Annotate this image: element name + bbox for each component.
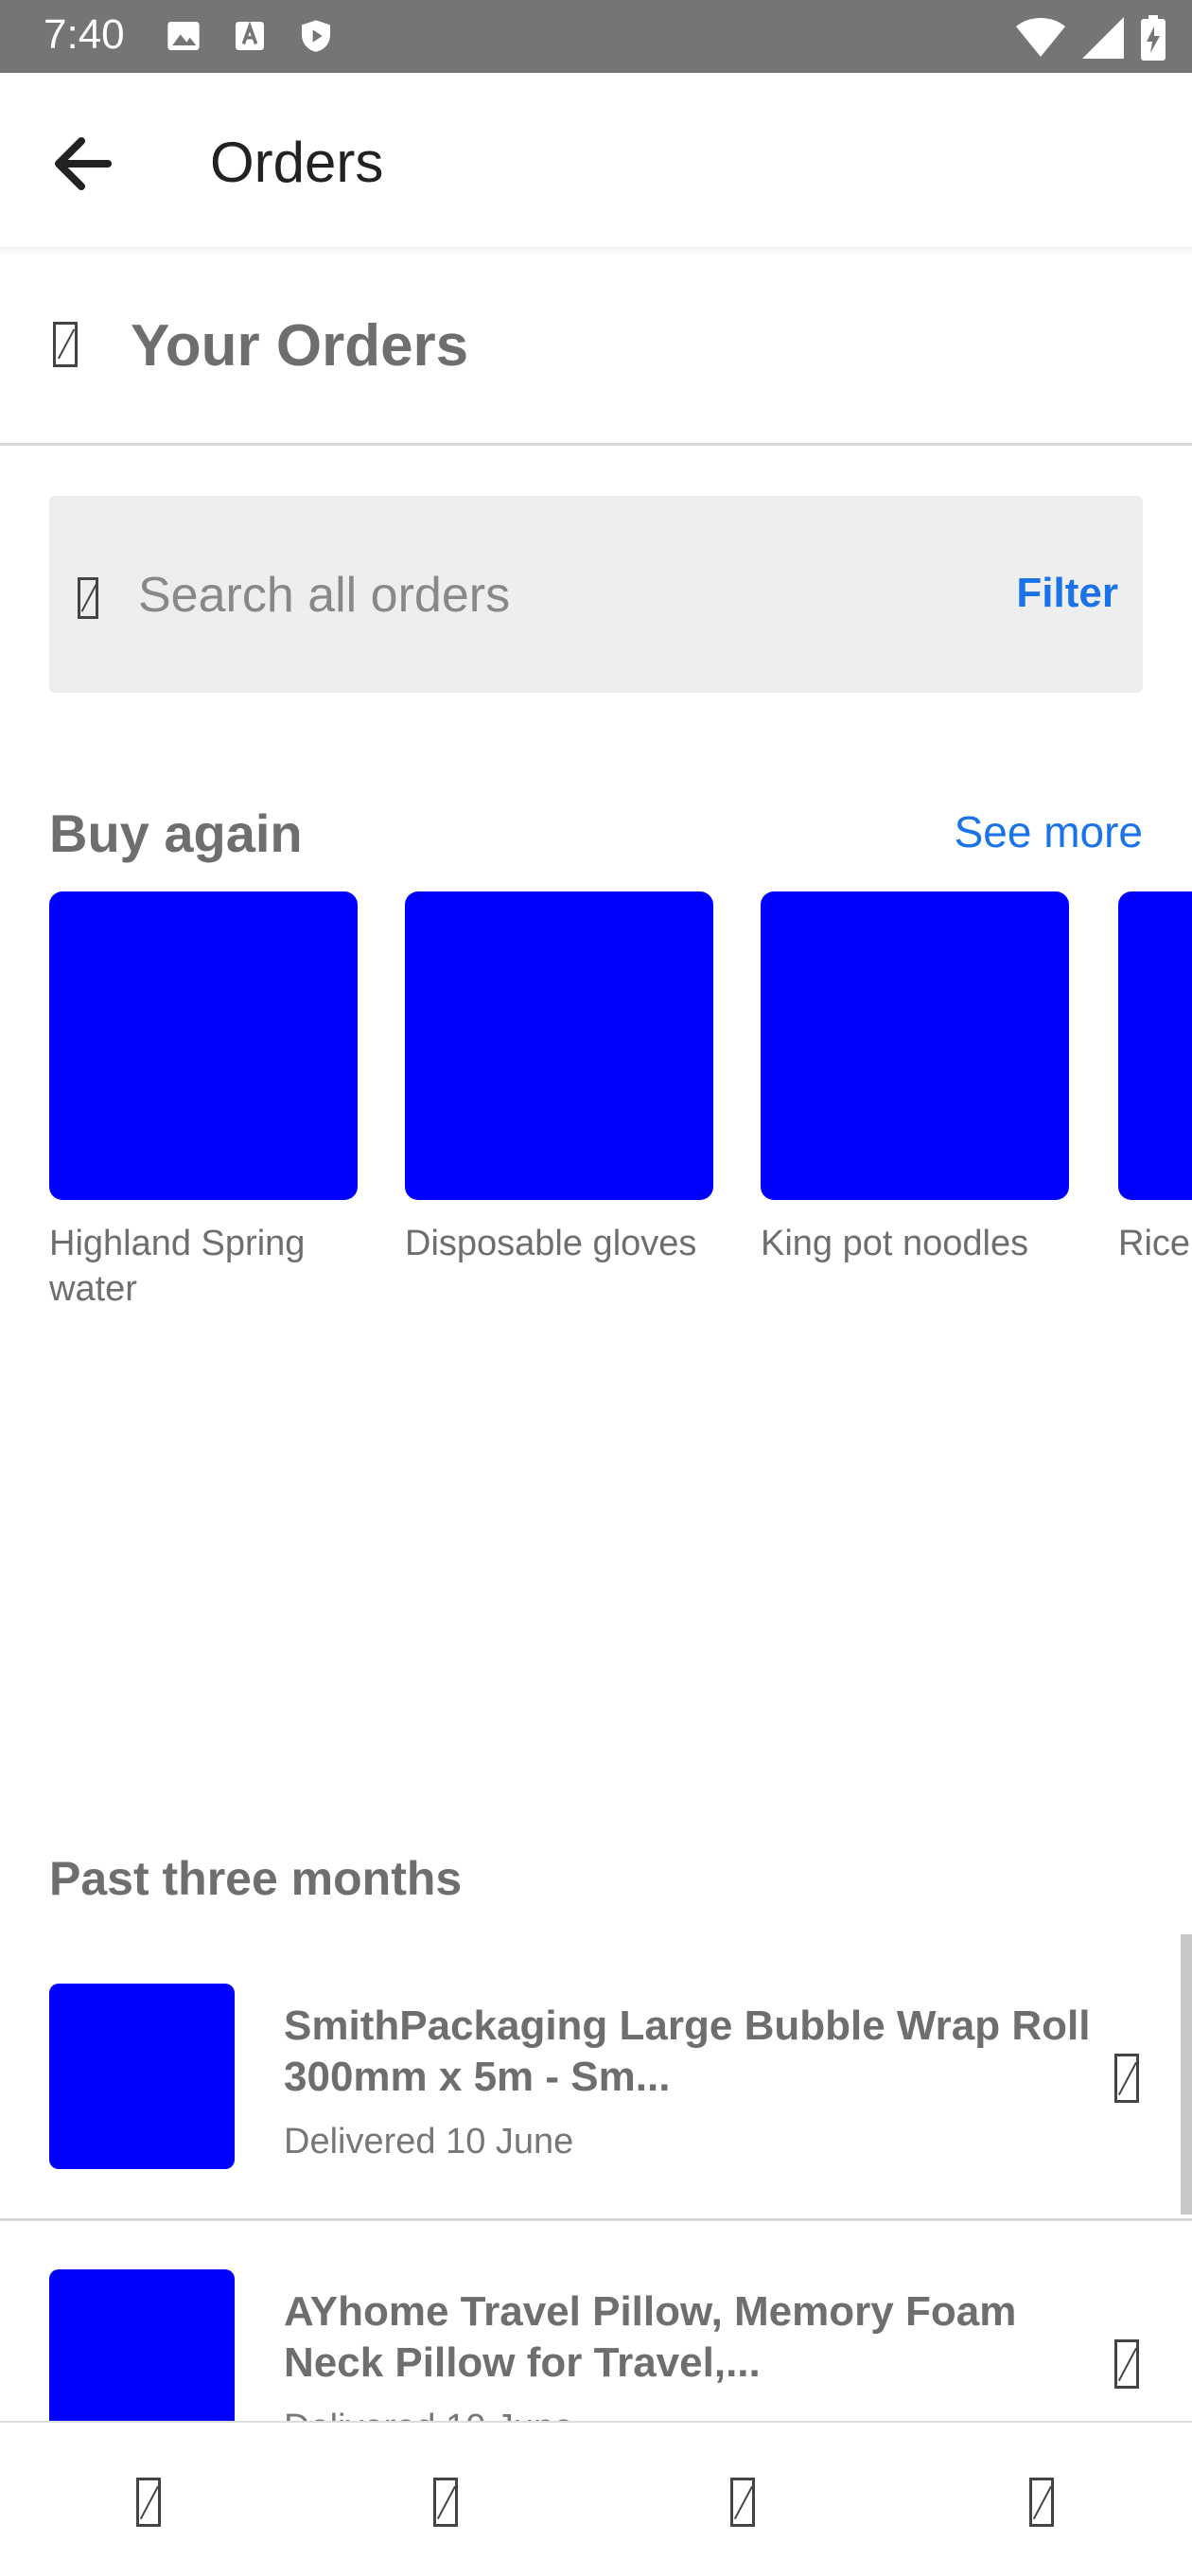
battery-charging-icon xyxy=(1141,15,1166,61)
app-bar-shadow xyxy=(0,247,1192,256)
order-title: AYhome Travel Pillow, Memory Foam Neck P… xyxy=(284,2288,1017,2386)
product-image xyxy=(1118,891,1192,1200)
chevron-right-icon[interactable] xyxy=(1114,2339,1139,2389)
arrow-left-icon[interactable] xyxy=(44,126,119,202)
orders-icon xyxy=(53,322,78,367)
see-more-link[interactable]: See more xyxy=(955,806,1143,857)
product-label: Rice xyxy=(1118,1224,1191,1263)
status-time: 7:40 xyxy=(44,11,125,58)
buy-again-item[interactable]: Highland Spring water xyxy=(49,891,358,1312)
signal-icon xyxy=(1082,17,1124,59)
chevron-right-icon[interactable] xyxy=(1114,2054,1139,2103)
order-row[interactable]: SmithPackaging Large Bubble Wrap Roll 30… xyxy=(0,1984,1192,2267)
buy-again-item[interactable]: Rice xyxy=(1118,891,1192,1266)
product-image xyxy=(49,891,358,1200)
search-icon xyxy=(78,577,98,619)
divider xyxy=(0,2218,1192,2221)
nav-menu-icon[interactable] xyxy=(1029,2478,1054,2527)
search-input[interactable] xyxy=(138,562,933,628)
image-icon xyxy=(167,22,200,50)
buy-again-title: Buy again xyxy=(49,803,303,863)
nav-home-icon[interactable] xyxy=(136,2478,161,2527)
wifi-icon xyxy=(1016,18,1065,57)
font-a-icon xyxy=(236,21,264,50)
nav-cart-icon[interactable] xyxy=(730,2478,755,2527)
filter-button[interactable]: Filter xyxy=(1016,570,1118,617)
buy-again-item[interactable]: Disposable gloves xyxy=(405,891,713,1266)
past-orders-title: Past three months xyxy=(49,1852,463,1905)
order-image xyxy=(49,1984,235,2169)
product-image xyxy=(405,891,713,1200)
status-system-icons xyxy=(1016,15,1166,61)
order-status: Delivered 10 June xyxy=(284,2122,574,2161)
shield-play-icon xyxy=(302,20,330,52)
order-row[interactable]: AYhome Travel Pillow, Memory Foam Neck P… xyxy=(0,2269,1192,2421)
status-notification-icons xyxy=(165,17,335,55)
scrollbar[interactable] xyxy=(1181,1934,1192,2214)
product-label: Disposable gloves xyxy=(405,1224,697,1263)
page-title: Orders xyxy=(210,131,384,194)
buy-again-item[interactable]: King pot noodles xyxy=(761,891,1069,1266)
order-status: Delivered 10 June xyxy=(284,2408,573,2421)
search-bar[interactable]: Filter xyxy=(49,496,1143,693)
your-orders-title: Your Orders xyxy=(131,313,469,379)
app-bar: Orders xyxy=(0,73,1192,247)
order-title: SmithPackaging Large Bubble Wrap Roll 30… xyxy=(284,2003,1091,2100)
bottom-navigation xyxy=(0,2421,1192,2576)
divider xyxy=(0,443,1192,446)
buy-again-carousel[interactable]: Highland Spring water Disposable gloves … xyxy=(49,891,1192,1327)
nav-account-icon[interactable] xyxy=(433,2478,458,2527)
status-bar: 7:40 xyxy=(0,0,1192,73)
your-orders-header: Your Orders xyxy=(0,257,1192,445)
order-image xyxy=(49,2269,235,2421)
product-image xyxy=(761,891,1069,1200)
product-label: King pot noodles xyxy=(761,1224,1029,1263)
product-label: Highland Spring water xyxy=(49,1224,306,1309)
